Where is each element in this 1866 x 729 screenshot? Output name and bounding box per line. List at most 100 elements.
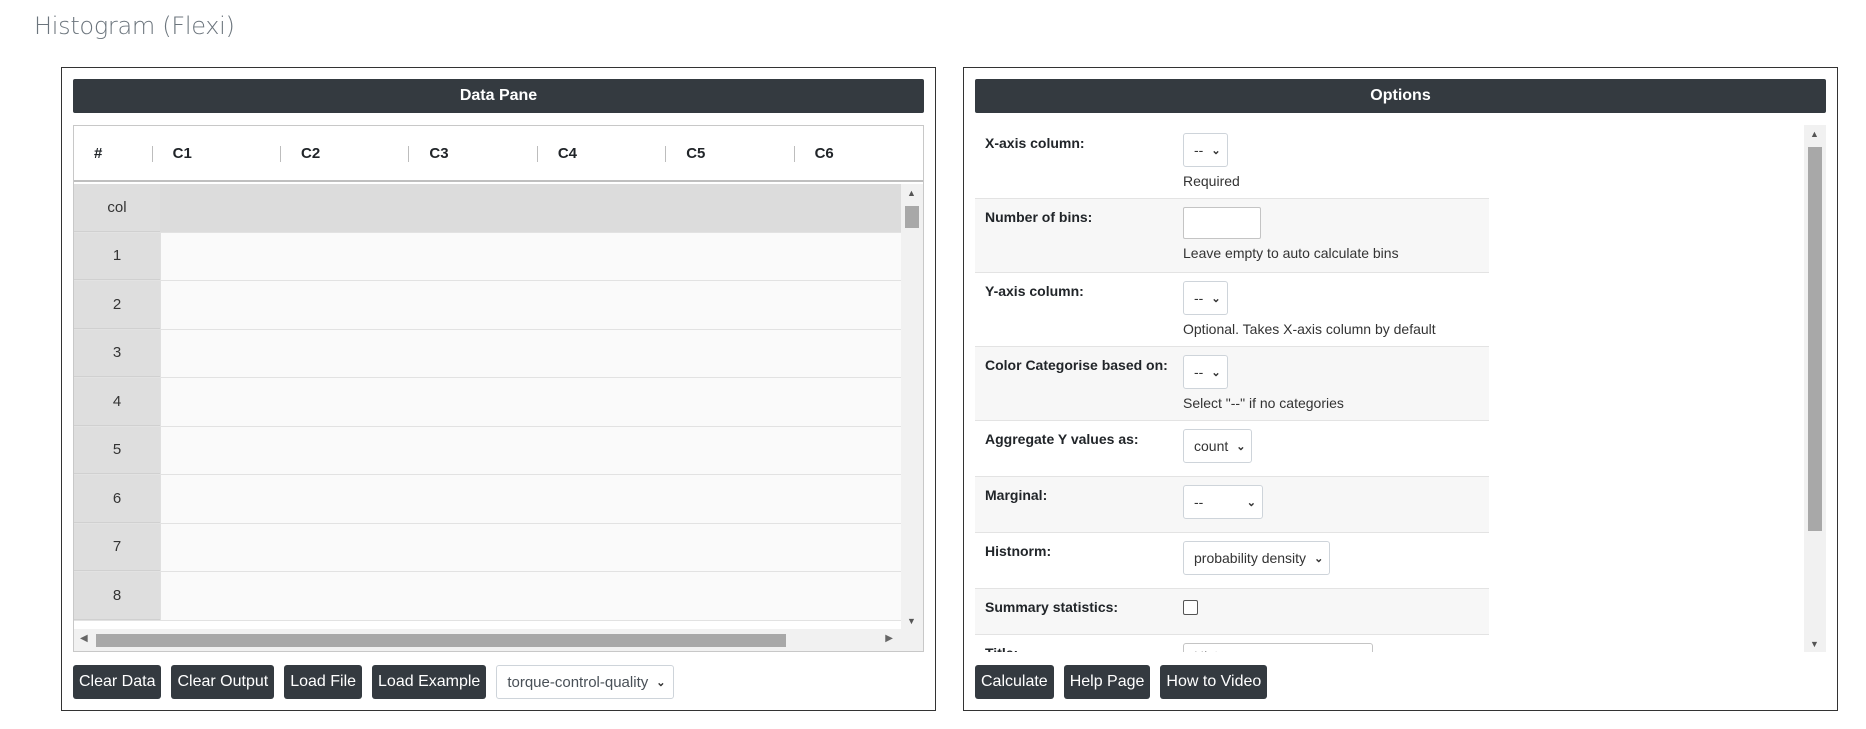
scroll-up-arrow-icon[interactable]: ▲ xyxy=(1810,129,1819,139)
options-vertical-scrollbar[interactable]: ▲ ▼ xyxy=(1804,125,1826,652)
grid-header-index[interactable]: # xyxy=(74,126,153,180)
marginal-select-value: -- xyxy=(1194,494,1204,510)
histnorm-select[interactable]: probability density ⌄ xyxy=(1183,541,1331,575)
table-row: 3 xyxy=(74,329,901,378)
row-number: 7 xyxy=(74,523,160,571)
grid-header-c2[interactable]: C2 xyxy=(281,126,410,180)
table-row: col xyxy=(74,184,901,233)
clear-output-button[interactable]: Clear Output xyxy=(171,665,275,699)
row-number: 4 xyxy=(74,378,160,426)
row-number: 3 xyxy=(74,329,160,377)
scroll-left-arrow-icon[interactable]: ◀ xyxy=(80,633,88,644)
histnorm-select-value: probability density xyxy=(1194,550,1307,566)
grid-vertical-scroll-thumb[interactable] xyxy=(905,206,919,228)
option-summary-statistics: Summary statistics: xyxy=(975,589,1489,635)
option-histnorm: Histnorm: probability density ⌄ xyxy=(975,533,1489,589)
grid-body: col 1 2 3 4 5 6 7 8 xyxy=(74,184,901,629)
chevron-down-icon: ⌄ xyxy=(1211,292,1221,305)
row-cells[interactable] xyxy=(160,426,901,474)
x-axis-select[interactable]: -- ⌄ xyxy=(1183,133,1228,167)
bins-help: Leave empty to auto calculate bins xyxy=(1183,245,1399,261)
calculate-button[interactable]: Calculate xyxy=(975,665,1054,699)
grid-header-c3[interactable]: C3 xyxy=(409,126,539,180)
option-aggregate: Aggregate Y values as: count ⌄ xyxy=(975,421,1489,477)
load-file-button[interactable]: Load File xyxy=(284,665,363,699)
example-select-value: torque-control-quality xyxy=(507,673,649,691)
load-example-button[interactable]: Load Example xyxy=(372,665,487,699)
chevron-down-icon: ⌄ xyxy=(1314,552,1324,565)
clear-data-button[interactable]: Clear Data xyxy=(73,665,162,699)
grid-header-row: # C1 C2 C3 C4 C5 C6 xyxy=(74,126,923,182)
bins-label: Number of bins: xyxy=(985,209,1093,225)
table-row: 2 xyxy=(74,281,901,330)
page-title: Histogram (Flexi) xyxy=(34,12,235,40)
table-row: 6 xyxy=(74,475,901,524)
row-cells[interactable] xyxy=(160,378,901,426)
row-cells[interactable] xyxy=(160,184,901,232)
grid-header-c6[interactable]: C6 xyxy=(795,126,923,180)
chevron-down-icon: ⌄ xyxy=(1211,144,1221,157)
aggregate-label: Aggregate Y values as: xyxy=(985,431,1139,447)
scroll-up-arrow-icon[interactable]: ▲ xyxy=(907,188,916,198)
data-grid[interactable]: # C1 C2 C3 C4 C5 C6 col 1 2 3 4 5 6 7 8 … xyxy=(73,125,924,652)
grid-header-c1[interactable]: C1 xyxy=(153,126,282,180)
marginal-label: Marginal: xyxy=(985,487,1048,503)
chevron-down-icon: ⌄ xyxy=(1236,440,1246,453)
y-axis-label: Y-axis column: xyxy=(985,283,1084,299)
scroll-down-arrow-icon[interactable]: ▼ xyxy=(907,616,916,626)
aggregate-select-value: count xyxy=(1194,438,1229,454)
grid-vertical-scrollbar[interactable]: ▲ ▼ xyxy=(901,184,923,629)
option-y-axis: Y-axis column: -- ⌄ Optional. Takes X-ax… xyxy=(975,273,1489,347)
row-cells[interactable] xyxy=(160,281,901,329)
marginal-select[interactable]: -- ⌄ xyxy=(1183,485,1263,519)
option-bins: Number of bins: Leave empty to auto calc… xyxy=(975,199,1489,273)
row-cells[interactable] xyxy=(160,523,901,571)
scroll-down-arrow-icon[interactable]: ▼ xyxy=(1810,639,1819,649)
how-to-video-button[interactable]: How to Video xyxy=(1160,665,1268,699)
title-label: Title: xyxy=(975,643,1183,652)
row-cells[interactable] xyxy=(160,329,901,377)
title-input[interactable]: Hist xyxy=(1183,643,1373,652)
row-number: 8 xyxy=(74,572,160,620)
color-categorise-help: Select "--" if no categories xyxy=(1183,395,1344,411)
row-cells[interactable] xyxy=(160,232,901,280)
options-vertical-scroll-thumb[interactable] xyxy=(1808,147,1822,531)
histnorm-label: Histnorm: xyxy=(985,543,1052,559)
row-number: col xyxy=(74,184,160,232)
options-table: X-axis column: -- ⌄ Required Number of b… xyxy=(975,125,1489,652)
table-row: 1 xyxy=(74,232,901,281)
chevron-down-icon: ⌄ xyxy=(656,676,666,689)
options-pane-header: Options xyxy=(975,79,1826,113)
table-row: 4 xyxy=(74,378,901,427)
x-axis-label: X-axis column: xyxy=(985,135,1085,151)
summary-statistics-label: Summary statistics: xyxy=(985,599,1119,615)
table-row: 7 xyxy=(74,523,901,572)
x-axis-help: Required xyxy=(1183,173,1240,189)
option-x-axis: X-axis column: -- ⌄ Required xyxy=(975,125,1489,199)
row-cells[interactable] xyxy=(160,475,901,523)
y-axis-select[interactable]: -- ⌄ xyxy=(1183,281,1228,315)
table-row: 5 xyxy=(74,426,901,475)
y-axis-help: Optional. Takes X-axis column by default xyxy=(1183,321,1436,337)
scroll-right-arrow-icon[interactable]: ▶ xyxy=(885,633,893,644)
color-categorise-select-value: -- xyxy=(1194,364,1204,380)
x-axis-select-value: -- xyxy=(1194,142,1204,158)
option-marginal: Marginal: -- ⌄ xyxy=(975,477,1489,533)
table-row: 8 xyxy=(74,572,901,621)
row-number: 2 xyxy=(74,281,160,329)
grid-horizontal-scrollbar[interactable]: ◀ ▶ xyxy=(74,629,923,651)
bins-input[interactable] xyxy=(1183,207,1261,239)
aggregate-select[interactable]: count ⌄ xyxy=(1183,429,1253,463)
grid-header-c4[interactable]: C4 xyxy=(538,126,667,180)
example-select[interactable]: torque-control-quality ⌄ xyxy=(496,665,675,699)
summary-statistics-checkbox[interactable] xyxy=(1183,600,1198,615)
color-categorise-select[interactable]: -- ⌄ xyxy=(1183,355,1228,389)
row-cells[interactable] xyxy=(160,572,901,620)
data-pane-header: Data Pane xyxy=(73,79,924,113)
grid-header-c5[interactable]: C5 xyxy=(666,126,795,180)
y-axis-select-value: -- xyxy=(1194,290,1204,306)
options-pane-buttons: Calculate Help Page How to Video xyxy=(975,665,1268,699)
grid-horizontal-scroll-thumb[interactable] xyxy=(96,634,786,647)
data-pane: Data Pane # C1 C2 C3 C4 C5 C6 col 1 2 3 … xyxy=(61,67,936,711)
help-page-button[interactable]: Help Page xyxy=(1063,665,1151,699)
